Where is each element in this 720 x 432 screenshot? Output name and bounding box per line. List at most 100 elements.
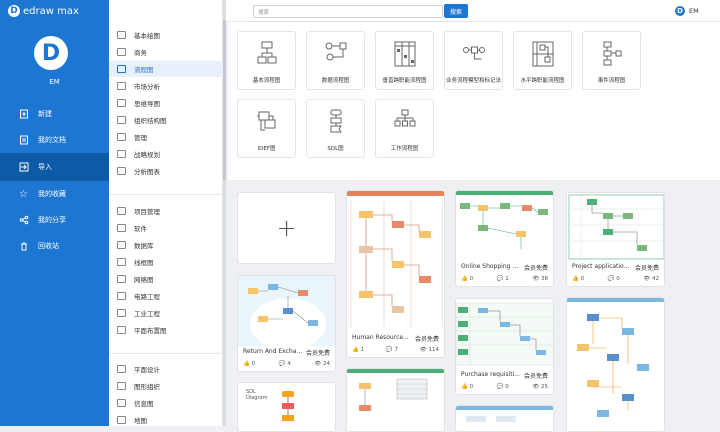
like-count[interactable]: 👍 1 <box>352 347 364 353</box>
category-database[interactable]: 数据库 <box>109 237 223 253</box>
workflow-icon <box>394 109 416 127</box>
sidebar-item-favorites[interactable]: ☆ 我的收藏 <box>0 181 109 207</box>
view-count: 👁 24 <box>314 361 330 367</box>
category-graphic-design[interactable]: 平面设计 <box>109 361 223 377</box>
search-input[interactable]: 搜索 <box>253 5 443 18</box>
template-horizontal-cross-functional[interactable]: 水平跨职能流程图 <box>513 31 572 90</box>
sidebar-item-label: 我的分享 <box>38 216 66 224</box>
comment-count: 💬 1 <box>496 276 509 282</box>
category-label: 地图 <box>134 417 147 425</box>
category-icon <box>117 65 126 73</box>
template-vertical-cross-functional[interactable]: 垂直跨职能流程图 <box>375 31 434 90</box>
template-sdl[interactable]: SDL图 <box>306 99 365 158</box>
sidebar-item-import[interactable]: 导入 <box>0 153 109 181</box>
like-count[interactable]: 👍 0 <box>461 276 473 282</box>
category-basic-drawing[interactable]: 基本绘图 <box>109 27 223 43</box>
template-card[interactable]: Return And Excha... 会员免费 👍 0 💬 4 👁 24 <box>237 275 336 372</box>
category-org-chart[interactable]: 组织结构图 <box>109 112 223 128</box>
category-icon <box>117 207 126 215</box>
template-event-flowchart[interactable]: 事件流程图 <box>582 31 641 90</box>
category-icon <box>117 224 126 232</box>
sidebar: D edraw max D EM 新建 我的文档 导入 ☆ 我的收藏 我的分享 … <box>0 0 109 426</box>
star-icon: ☆ <box>19 188 28 200</box>
category-icon <box>117 133 126 141</box>
template-label: 业务流程模型和标记法 <box>445 78 501 84</box>
category-graphic-organizer[interactable]: 图形组织 <box>109 378 223 394</box>
category-panel: 基本绘图 商务 流程图 市场分析 思维导图 组织结构图 管理 战略规划 分析图表… <box>109 0 223 426</box>
category-analysis-chart[interactable]: 分析图表 <box>109 163 223 179</box>
template-workflow[interactable]: 工作流程图 <box>375 99 434 158</box>
like-count[interactable]: 👍 0 <box>572 276 584 282</box>
category-label: 市场分析 <box>134 83 160 91</box>
category-icon <box>117 416 126 424</box>
sidebar-item-trash[interactable]: 回收站 <box>0 233 109 259</box>
trash-icon <box>18 241 29 252</box>
category-icon <box>117 292 126 300</box>
template-card[interactable]: Online Shopping ... 会员免费 👍 0 💬 1 👁 38 <box>455 190 554 287</box>
template-thumbnail <box>567 193 664 261</box>
sidebar-item-documents[interactable]: 我的文档 <box>0 127 109 153</box>
share-icon <box>18 215 29 226</box>
new-blank-card[interactable]: + <box>237 192 336 264</box>
template-thumbnail: SDL Diagram <box>238 383 335 431</box>
swimlane-vertical-icon <box>394 41 416 67</box>
swimlane-horizontal-icon <box>532 41 554 67</box>
user-name[interactable]: EM <box>689 7 699 15</box>
category-icon <box>117 309 126 317</box>
template-data-flow[interactable]: 数据流程图 <box>306 31 365 90</box>
brand: D edraw max <box>8 5 79 17</box>
category-industrial[interactable]: 工业工程 <box>109 305 223 321</box>
template-card[interactable]: SDL Diagram <box>237 382 336 432</box>
view-count: 👁 114 <box>419 347 439 353</box>
like-value: 0 <box>469 276 474 282</box>
member-free-badge: 会员免费 <box>523 265 548 272</box>
comment-count: 💬 0 <box>607 276 620 282</box>
comment-value: 0 <box>505 384 509 390</box>
category-mind-map[interactable]: 思维导图 <box>109 95 223 111</box>
template-card[interactable] <box>566 297 665 432</box>
template-label: 基本流程图 <box>252 78 281 84</box>
template-card[interactable] <box>346 368 445 432</box>
category-icon <box>117 99 126 107</box>
category-network[interactable]: 网络图 <box>109 271 223 287</box>
category-infographic[interactable]: 信息图 <box>109 395 223 411</box>
category-electrical[interactable]: 电路工程 <box>109 288 223 304</box>
sidebar-item-shared[interactable]: 我的分享 <box>0 207 109 233</box>
category-project[interactable]: 项目管理 <box>109 203 223 219</box>
category-scrollbar-thumb[interactable] <box>223 20 226 180</box>
category-floor-plan[interactable]: 平面布置图 <box>109 322 223 338</box>
like-count[interactable]: 👍 0 <box>243 361 255 367</box>
category-business[interactable]: 商务 <box>109 44 223 60</box>
template-thumbnail <box>567 298 664 431</box>
bpmn-icon <box>463 46 485 60</box>
user-logo-icon[interactable]: D <box>675 6 685 16</box>
idef-icon <box>257 111 276 131</box>
template-bpmn[interactable]: 业务流程模型和标记法 <box>444 31 503 90</box>
category-label: 商务 <box>134 49 147 57</box>
template-card[interactable] <box>455 405 554 432</box>
template-basic-flowchart[interactable]: 基本流程图 <box>237 31 296 90</box>
view-count: 👁 25 <box>532 384 548 390</box>
category-icon <box>117 258 126 266</box>
category-management[interactable]: 管理 <box>109 129 223 145</box>
category-strategy[interactable]: 战略规划 <box>109 146 223 162</box>
like-count[interactable]: 👍 0 <box>461 384 473 390</box>
template-card[interactable]: Project applicatio... 会员免费 👍 0 💬 0 👁 42 <box>566 192 665 287</box>
category-label: 电路工程 <box>134 293 160 301</box>
category-icon <box>117 48 126 56</box>
category-market-analysis[interactable]: 市场分析 <box>109 78 223 94</box>
template-idef[interactable]: IDEF图 <box>237 99 296 158</box>
category-flowchart[interactable]: 流程图 <box>109 61 223 77</box>
template-label: 数据流程图 <box>321 78 350 84</box>
category-software[interactable]: 软件 <box>109 220 223 236</box>
search-button[interactable]: 搜索 <box>444 4 468 18</box>
template-card[interactable]: Purchase requisiti... 会员免费 👍 0 💬 0 👁 25 <box>455 298 554 395</box>
avatar[interactable]: D <box>34 36 68 70</box>
comment-value: 7 <box>394 347 398 353</box>
category-label: 思维导图 <box>134 100 160 108</box>
template-card[interactable]: Human Resource... 会员免费 👍 1 💬 7 👁 114 <box>346 190 445 358</box>
category-wireframe[interactable]: 线框图 <box>109 254 223 270</box>
template-label: SDL图 <box>327 146 344 152</box>
category-icon <box>117 116 126 124</box>
sidebar-item-new[interactable]: 新建 <box>0 101 109 127</box>
